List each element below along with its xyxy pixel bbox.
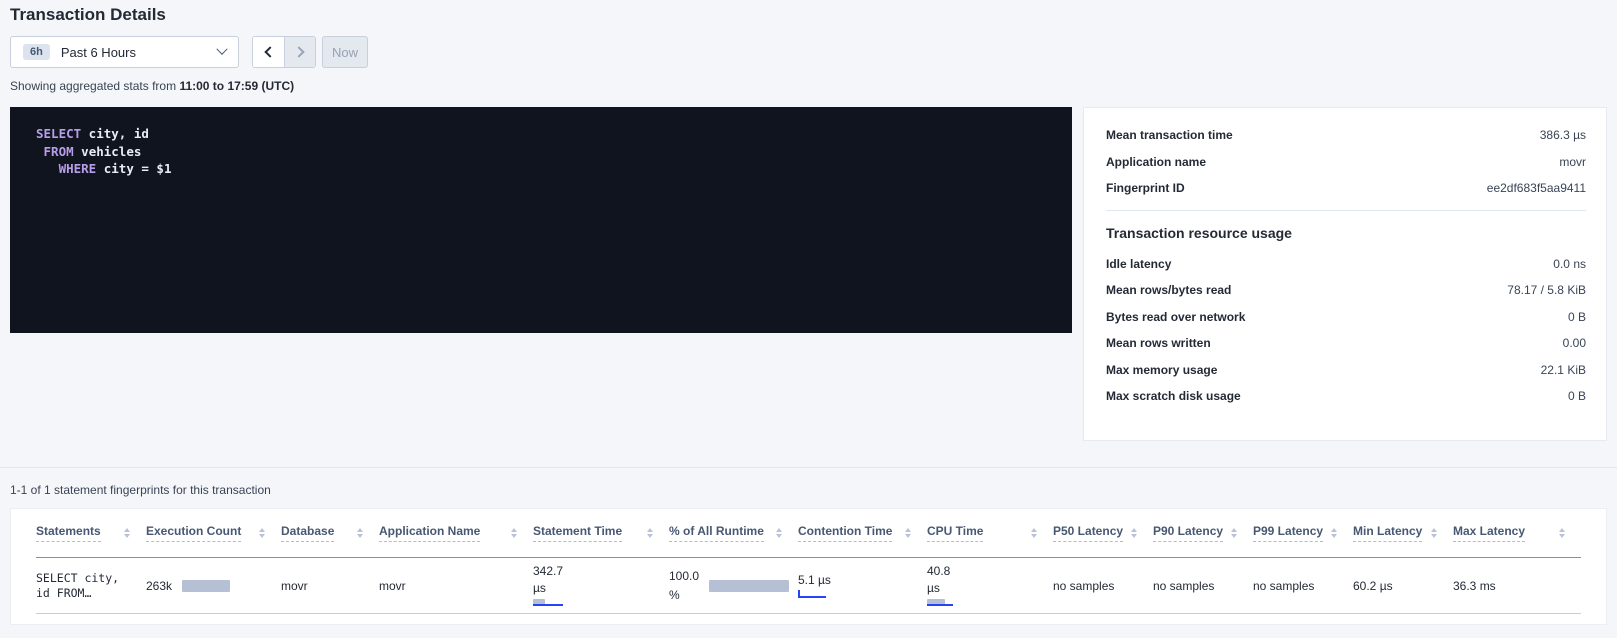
- sort-icon: [124, 528, 130, 538]
- sort-icon: [1559, 528, 1565, 538]
- stat-row-mean-rows-written: Mean rows written 0.00: [1106, 330, 1586, 357]
- cell-p99-latency: no samples: [1253, 579, 1353, 593]
- statements-table: Statements Execution Count Database Appl…: [10, 508, 1607, 625]
- sql-query-box: SELECT city, id FROM vehicles WHERE city…: [10, 107, 1072, 333]
- time-range-nav: [252, 36, 316, 68]
- stat-row-mean-rows-bytes-read: Mean rows/bytes read 78.17 / 5.8 KiB: [1106, 277, 1586, 304]
- col-header-statement-time[interactable]: Statement Time: [533, 524, 669, 542]
- stat-row-bytes-read-over-network: Bytes read over network 0 B: [1106, 304, 1586, 331]
- panel-divider: [1106, 210, 1586, 211]
- statement-time-bar: [533, 599, 593, 608]
- sql-line: WHERE city = $1: [36, 160, 1072, 178]
- sort-icon: [776, 528, 782, 538]
- sort-icon: [647, 528, 653, 538]
- stat-row-max-scratch-disk-usage: Max scratch disk usage 0 B: [1106, 383, 1586, 410]
- page-title: Transaction Details: [10, 5, 166, 25]
- sort-icon: [1031, 528, 1037, 538]
- sort-icon: [259, 528, 265, 538]
- cell-max-latency: 36.3 ms: [1453, 579, 1581, 593]
- next-range-button[interactable]: [284, 37, 315, 67]
- cell-min-latency: 60.2 µs: [1353, 579, 1453, 593]
- col-header-p99-latency[interactable]: P99 Latency: [1253, 524, 1353, 542]
- cpu-time-bar: [927, 599, 987, 608]
- runtime-bar: [709, 580, 789, 592]
- now-button[interactable]: Now: [322, 36, 368, 68]
- sort-icon: [511, 528, 517, 538]
- chevron-left-icon: [264, 46, 275, 57]
- cell-contention-time: 5.1 µs: [798, 573, 927, 598]
- time-range-dropdown[interactable]: 6h Past 6 Hours: [10, 36, 239, 68]
- stat-row-max-memory-usage: Max memory usage 22.1 KiB: [1106, 357, 1586, 384]
- sort-icon: [905, 528, 911, 538]
- col-header-contention-time[interactable]: Contention Time: [798, 524, 927, 542]
- cell-p90-latency: no samples: [1153, 579, 1253, 593]
- sort-icon: [1331, 528, 1337, 538]
- chevron-right-icon: [293, 46, 304, 57]
- stat-row-application-name: Application name movr: [1106, 149, 1586, 176]
- sql-line: FROM vehicles: [36, 143, 1072, 161]
- execution-count-bar: [182, 580, 230, 592]
- sort-icon: [357, 528, 363, 538]
- cell-statement-time: 342.7 µs: [533, 564, 669, 608]
- sort-icon: [1131, 528, 1137, 538]
- sql-line: SELECT city, id: [36, 125, 1072, 143]
- stat-row-idle-latency: Idle latency 0.0 ns: [1106, 251, 1586, 278]
- contention-time-bar: [798, 590, 830, 598]
- chevron-down-icon: [216, 44, 227, 55]
- sort-icon: [1231, 528, 1237, 538]
- cell-application-name: movr: [379, 579, 533, 593]
- col-header-max-latency[interactable]: Max Latency: [1453, 524, 1581, 542]
- statements-table-header: Statements Execution Count Database Appl…: [36, 509, 1581, 558]
- col-header-p90-latency[interactable]: P90 Latency: [1153, 524, 1253, 542]
- statement-link[interactable]: SELECT city, id FROM…: [36, 571, 146, 601]
- col-header-application-name[interactable]: Application Name: [379, 524, 533, 542]
- sort-icon: [1431, 528, 1437, 538]
- col-header-p50-latency[interactable]: P50 Latency: [1053, 524, 1153, 542]
- time-range-badge: 6h: [23, 44, 50, 60]
- cell-execution-count: 263k: [146, 579, 281, 593]
- stat-row-fingerprint-id: Fingerprint ID ee2df683f5aa9411: [1106, 175, 1586, 202]
- prev-range-button[interactable]: [253, 37, 284, 67]
- aggregated-stats-subtitle: Showing aggregated stats from 11:00 to 1…: [10, 79, 294, 93]
- statement-row: SELECT city, id FROM… 263k movr movr 342…: [36, 558, 1581, 614]
- fingerprint-count-summary: 1-1 of 1 statement fingerprints for this…: [10, 483, 271, 497]
- time-range-label: Past 6 Hours: [61, 45, 136, 60]
- col-header-database[interactable]: Database: [281, 524, 379, 542]
- resource-usage-heading: Transaction resource usage: [1106, 225, 1586, 241]
- col-header-pct-of-all-runtime[interactable]: % of All Runtime: [669, 524, 798, 542]
- cell-p50-latency: no samples: [1053, 579, 1153, 593]
- cell-database: movr: [281, 579, 379, 593]
- col-header-execution-count[interactable]: Execution Count: [146, 524, 281, 542]
- stat-row-mean-transaction-time: Mean transaction time 386.3 µs: [1106, 122, 1586, 149]
- section-divider: [0, 467, 1617, 468]
- cell-cpu-time: 40.8 µs: [927, 564, 1053, 608]
- cell-pct-of-all-runtime: 100.0 %: [669, 569, 798, 602]
- col-header-statements[interactable]: Statements: [36, 524, 146, 542]
- col-header-cpu-time[interactable]: CPU Time: [927, 524, 1053, 542]
- col-header-min-latency[interactable]: Min Latency: [1353, 524, 1453, 542]
- transaction-overview-panel: Mean transaction time 386.3 µs Applicati…: [1083, 107, 1607, 441]
- time-range-value: 11:00 to 17:59 (UTC): [179, 79, 294, 93]
